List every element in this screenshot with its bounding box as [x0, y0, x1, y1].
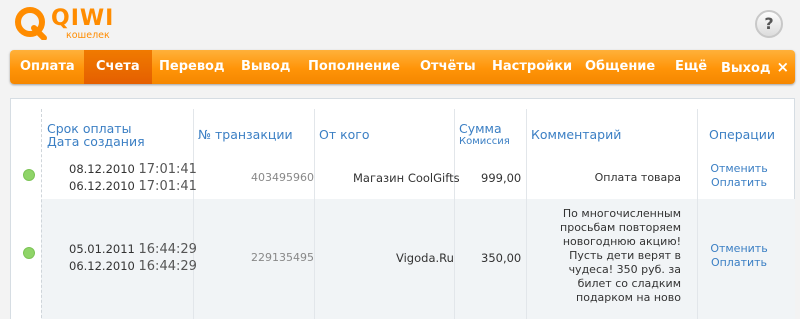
close-icon: ×: [776, 58, 790, 76]
created-time: 17:01:41: [138, 179, 197, 194]
comment-line: новогоднюю акцию!: [562, 235, 681, 248]
nav-item-reports[interactable]: Отчёты: [420, 50, 476, 84]
column-divider: [193, 109, 194, 319]
comment-line: чудеса! 350 руб. за: [568, 263, 681, 276]
column-divider: [454, 109, 455, 319]
transaction-number: 229135495: [251, 251, 314, 264]
qiwi-logo[interactable]: QIWI кошелек: [14, 4, 134, 44]
amount-value: 350,00: [481, 251, 522, 265]
nav-item-withdraw[interactable]: Вывод: [241, 50, 290, 84]
logo-subtitle: кошелек: [66, 30, 110, 41]
nav-item-invoices[interactable]: Счета: [84, 50, 152, 84]
column-divider: [697, 109, 698, 319]
row-dates: 05.01.2011 16:44:29 06.12.2010 16:44:29: [69, 241, 197, 275]
logo-brand: QIWI: [51, 6, 115, 31]
nav-item-messages[interactable]: Общение: [585, 50, 655, 84]
due-time: 16:44:29: [138, 242, 197, 257]
due-date: 08.12.2010: [69, 162, 135, 176]
column-divider: [314, 109, 315, 319]
help-icon[interactable]: ?: [755, 10, 783, 38]
nav-item-exit[interactable]: Выход ×: [721, 50, 789, 84]
payer-name: Vigoda.Ru: [396, 251, 454, 265]
status-dot: [23, 169, 35, 181]
pay-link[interactable]: Оплатить: [699, 256, 779, 270]
nav-item-payment[interactable]: Оплата: [20, 50, 75, 84]
header-commission[interactable]: Комиссия: [459, 136, 510, 147]
nav-item-settings[interactable]: Настройки: [492, 50, 572, 84]
payer-name: Магазин CoolGifts: [353, 171, 460, 185]
operations-cell: Отменить Оплатить: [699, 162, 779, 190]
comment-text: Оплата товара: [541, 171, 681, 185]
due-date: 05.01.2011: [69, 242, 135, 256]
created-time: 16:44:29: [138, 259, 197, 274]
amount-value: 999,00: [481, 171, 522, 185]
nav-item-transfer[interactable]: Перевод: [159, 50, 224, 84]
transaction-number: 403495960: [251, 171, 314, 184]
nav-item-topup[interactable]: Пополнение: [308, 50, 400, 84]
header-comment[interactable]: Комментарий: [531, 127, 621, 142]
row-dates: 08.12.2010 17:01:41 06.12.2010 17:01:41: [69, 161, 197, 195]
header-transaction[interactable]: № транзакции: [198, 127, 293, 142]
status-dot: [23, 247, 35, 259]
pay-link[interactable]: Оплатить: [699, 176, 779, 190]
header-from[interactable]: От кого: [319, 127, 370, 142]
column-divider: [526, 109, 527, 319]
header-amount[interactable]: Сумма: [459, 121, 502, 136]
header-created-date[interactable]: Дата создания: [47, 134, 145, 149]
due-time: 17:01:41: [138, 162, 197, 177]
qiwi-q-icon: [15, 7, 47, 40]
invoices-table: Срок оплаты Дата создания № транзакции О…: [10, 98, 795, 319]
comment-line: Пусть дети верят в: [569, 249, 681, 262]
nav-item-more[interactable]: Ещё: [675, 50, 707, 84]
header-operations: Операции: [709, 127, 776, 142]
created-date: 06.12.2010: [69, 259, 135, 273]
comment-text: По многочисленным просьбам повторяем нов…: [541, 207, 681, 305]
operations-cell: Отменить Оплатить: [699, 242, 779, 270]
comment-line: подарком на ново: [576, 291, 681, 304]
created-date: 06.12.2010: [69, 179, 135, 193]
comment-line: По многочисленным: [562, 207, 681, 220]
nav-exit-label: Выход: [721, 61, 771, 76]
main-nav: Оплата Счета Перевод Вывод Пополнение От…: [10, 50, 795, 84]
cancel-link[interactable]: Отменить: [699, 242, 779, 256]
cancel-link[interactable]: Отменить: [699, 162, 779, 176]
column-divider: [41, 109, 42, 319]
comment-line: билет со сладким: [577, 277, 681, 290]
comment-line: просьбам повторяем: [560, 221, 681, 234]
comment-line: Оплата товара: [594, 171, 681, 184]
